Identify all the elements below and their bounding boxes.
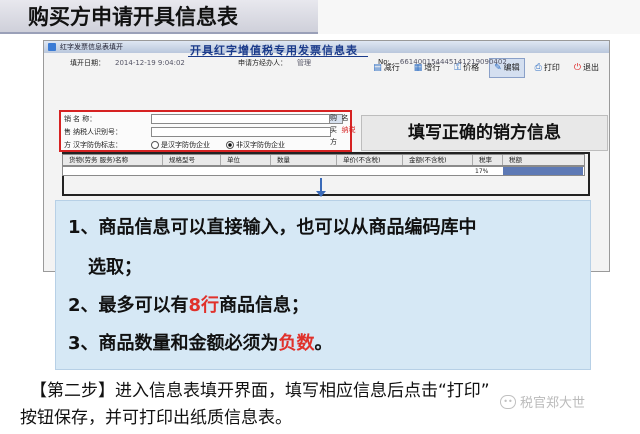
info-box: 1、商品信息可以直接输入，也可以从商品编码库中 选取； 2、最多可以有8行商品信… bbox=[55, 200, 591, 370]
info-line-3-pre: 3、商品数量和金额必须为 bbox=[68, 333, 279, 354]
row-tax-rate: 17% bbox=[475, 168, 489, 175]
fill-date-value: 2014-12-19 9:04:02 bbox=[115, 59, 185, 67]
watermark-text: 税官郑大世 bbox=[520, 396, 586, 411]
seller-taxid-label: 纳税人识别号： bbox=[73, 128, 122, 136]
window-title: 红字发票信息表填开 bbox=[60, 43, 123, 51]
print-label: 打印 bbox=[543, 63, 560, 72]
radio-yes-label: 是汉字防伪企业 bbox=[161, 141, 210, 149]
print-icon: ⎙ bbox=[534, 63, 542, 73]
radio-anti-forgery-yes[interactable]: 是汉字防伪企业 bbox=[151, 140, 210, 150]
info-line-2-pre: 2、最多可以有 bbox=[68, 295, 189, 316]
col-goods-name: 货物(劳务 服务)名称 bbox=[63, 155, 163, 165]
anti-forgery-radio-group: 是汉字防伪企业 非汉字防伪企业 bbox=[151, 140, 285, 150]
info-line-1: 1、商品信息可以直接输入，也可以从商品编码库中 bbox=[68, 217, 477, 238]
seller-side-label: 售 bbox=[64, 128, 71, 136]
radio-no-label: 非汉字防伪企业 bbox=[236, 141, 285, 149]
buyer-side-partial: 购 名 买 纳税 方 bbox=[330, 112, 355, 148]
info-line-2-highlight: 8行 bbox=[188, 295, 220, 316]
info-line-1-cont: 选取； bbox=[88, 257, 142, 278]
watermark: •• 税官郑大世 bbox=[500, 392, 585, 411]
info-line-3-post: 。 bbox=[314, 333, 333, 354]
row-tax-amount-cell[interactable] bbox=[503, 167, 583, 175]
info-line-2: 2、最多可以有8行商品信息； bbox=[68, 291, 309, 317]
info-line-3-highlight: 负数 bbox=[278, 333, 315, 354]
handler-value: 管理 bbox=[297, 59, 311, 67]
seller-name-input[interactable] bbox=[151, 114, 331, 124]
no-value: 661400154445141219090402 bbox=[399, 58, 507, 66]
seller-taxid-input[interactable] bbox=[151, 127, 331, 137]
radio-yes-icon bbox=[151, 141, 159, 149]
buyer-name-short: 名 bbox=[341, 114, 349, 122]
seller-name-label: 名 称： bbox=[73, 115, 97, 123]
buyer-side-label: 购 bbox=[330, 114, 337, 122]
exit-icon: ⏻ bbox=[573, 63, 581, 73]
col-spec: 规格型号 bbox=[163, 155, 221, 165]
arrow-down-line bbox=[320, 178, 322, 192]
exit-label: 退出 bbox=[583, 63, 599, 72]
col-tax-rate: 税率 bbox=[473, 155, 503, 165]
buyer-side-label: 方 bbox=[330, 138, 337, 146]
col-amount: 金额(不含税) bbox=[403, 155, 473, 165]
radio-no-icon bbox=[226, 141, 234, 149]
info-line-2-post: 商品信息； bbox=[219, 295, 310, 316]
slide-title: 购买方申请开具信息表 bbox=[0, 0, 318, 34]
footer-line-2: 按钮保存，并可打印出纸质信息表。 bbox=[20, 408, 292, 428]
info-line-3: 3、商品数量和金额必须为负数。 bbox=[68, 329, 333, 355]
handler: 申请方经办人： 管理 bbox=[238, 58, 311, 68]
radio-anti-forgery-no[interactable]: 非汉字防伪企业 bbox=[226, 140, 285, 150]
col-tax-amount: 税额 bbox=[509, 156, 522, 164]
wechat-icon: •• bbox=[500, 394, 516, 409]
handler-label: 申请方经办人： bbox=[238, 59, 287, 67]
table-row[interactable]: 17% bbox=[62, 166, 585, 176]
seller-side-label: 销 bbox=[64, 115, 71, 123]
arrow-down-icon bbox=[316, 191, 326, 197]
seller-info-callout: 填写正确的销方信息 bbox=[361, 115, 608, 151]
buyer-taxid-short: 纳税 bbox=[341, 126, 356, 134]
seller-side-label: 方 bbox=[64, 141, 71, 149]
exit-button[interactable]: ⏻ 退出 bbox=[570, 59, 603, 77]
col-unit-price: 单价(不含税) bbox=[337, 155, 403, 165]
seller-info-box: 销 售 方 名 称： 纳税人识别号： 汉字防伪标志： 是汉字防伪企业 非汉字防伪… bbox=[59, 110, 352, 152]
print-button[interactable]: ⎙ 打印 bbox=[531, 59, 564, 77]
fill-date-label: 填开日期： bbox=[70, 59, 105, 67]
form-number: No: 661400154445141219090402 bbox=[378, 58, 507, 66]
app-icon bbox=[48, 43, 56, 51]
anti-forgery-flag-label: 汉字防伪标志： bbox=[73, 141, 122, 149]
title-bar-background bbox=[318, 0, 640, 34]
no-label: No: bbox=[378, 58, 390, 66]
col-quantity: 数量 bbox=[271, 155, 337, 165]
goods-table-header: 货物(劳务 服务)名称 规格型号 单位 数量 单价(不含税) 金额(不含税) 税… bbox=[62, 154, 585, 166]
form-title-underline bbox=[188, 56, 368, 57]
footer-line-1: 【第二步】进入信息表填开界面，填写相应信息后点击“打印” bbox=[30, 381, 490, 401]
fill-date: 填开日期： 2014-12-19 9:04:02 bbox=[70, 58, 185, 68]
buyer-side-label: 买 bbox=[330, 126, 337, 134]
col-unit: 单位 bbox=[221, 155, 271, 165]
